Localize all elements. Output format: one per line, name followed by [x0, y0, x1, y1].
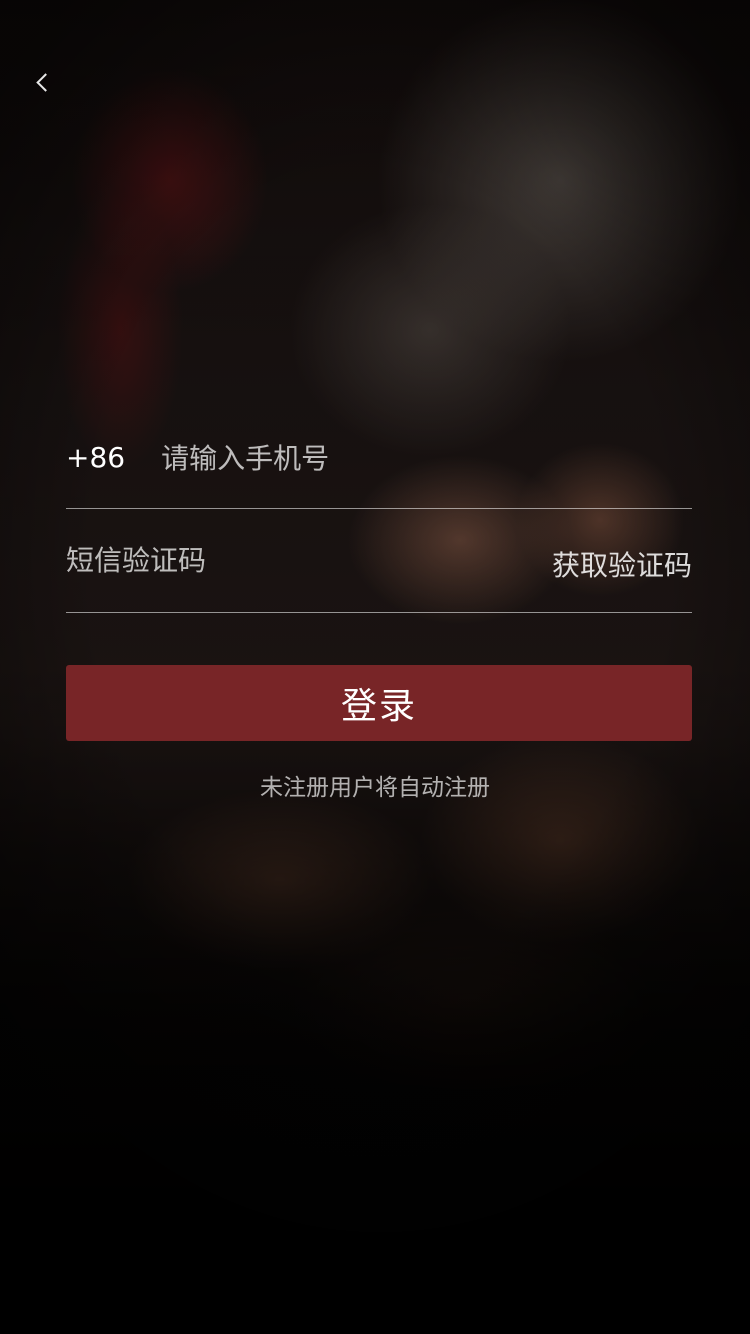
login-form: +86 获取验证码: [66, 408, 692, 613]
phone-input[interactable]: [161, 428, 692, 488]
sms-row: 获取验证码: [66, 509, 692, 613]
get-code-button[interactable]: 获取验证码: [552, 544, 692, 584]
back-button[interactable]: [20, 60, 64, 104]
login-screen: +86 获取验证码 登录 未注册用户将自动注册: [0, 0, 750, 1334]
auto-register-note: 未注册用户将自动注册: [260, 775, 490, 801]
sms-code-input[interactable]: [66, 530, 552, 591]
phone-row: +86: [66, 408, 692, 509]
login-button[interactable]: 登录: [66, 665, 692, 741]
country-code[interactable]: +86: [66, 444, 125, 472]
chevron-left-icon: [35, 72, 55, 92]
